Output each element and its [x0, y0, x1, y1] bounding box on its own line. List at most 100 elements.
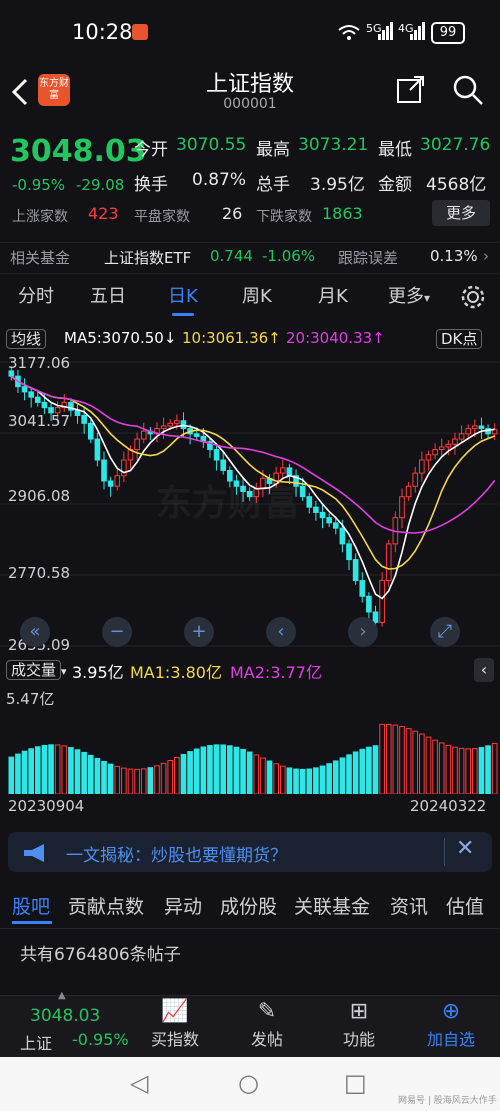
candle-body [21, 386, 28, 393]
zoom-minus-icon[interactable]: − [102, 617, 132, 647]
volume-bar [180, 753, 187, 794]
candle-body [452, 438, 458, 445]
tab-daily-k[interactable]: 日K [168, 282, 198, 316]
tab-contribution[interactable]: 贡献点数 [68, 892, 144, 919]
volume-label: 成交量 [6, 660, 62, 680]
ma20-legend: 20:3040.33↑ [286, 329, 385, 347]
tab-forum[interactable]: 股吧 [12, 892, 50, 919]
post-count: 共有6764806条帖子 [20, 945, 181, 965]
nav-home-icon[interactable]: ○ [238, 1069, 259, 1097]
start-date: 20230904 [8, 797, 85, 815]
change-percent: -0.95% [12, 176, 66, 194]
etf-change: -1.06% [262, 247, 316, 265]
buy-index-button[interactable]: 📈 买指数 [130, 996, 220, 1050]
mini-quote[interactable]: ▲ 3048.03 上证 -0.95% [0, 990, 130, 1058]
amount-label: 金额 [378, 175, 412, 195]
turnover-rate-label: 换手 [134, 175, 168, 195]
scroll-right-icon[interactable]: › [348, 617, 378, 647]
grid-icon: ⊞ [349, 999, 369, 1024]
volume-bar [107, 763, 114, 794]
volume-bar [478, 747, 485, 794]
dk-point-button[interactable]: DK点 [436, 328, 483, 349]
active-tab-underline [12, 921, 52, 924]
candle-body [306, 496, 313, 508]
volume-bar [379, 723, 385, 794]
candle-body [438, 446, 445, 451]
volume-bar [438, 742, 445, 794]
tab-constituents[interactable]: 成份股 [220, 892, 277, 919]
nav-back-icon[interactable]: ◁ [130, 1069, 148, 1097]
candle-body [114, 475, 121, 487]
tab-news[interactable]: 资讯 [390, 892, 428, 919]
volume-bar [432, 739, 438, 794]
change-amount: -29.08 [76, 176, 125, 194]
candle-body [213, 449, 220, 461]
system-nav-bar: ◁ ○ □ 网易号 | 股海风云大作手 [0, 1057, 500, 1111]
chart-trend-icon: 📈 [161, 999, 189, 1024]
close-icon[interactable]: ✕ [456, 836, 474, 861]
volume-selector[interactable]: 成交量 ▾ [6, 659, 67, 680]
y-tick-1: 3041.57 [8, 412, 71, 430]
candle-body [107, 480, 114, 487]
candle-body [458, 433, 465, 440]
futures-banner[interactable]: 一文揭秘：炒股也要懂期货？ ✕ [8, 832, 492, 872]
tab-weekly-k[interactable]: 周K [242, 282, 272, 308]
ma5-legend: MA5:3070.50↓ [64, 329, 177, 347]
tab-valuation[interactable]: 估值 [446, 892, 484, 919]
volume-bar [399, 726, 405, 794]
search-icon[interactable] [452, 74, 484, 106]
chevron-right-icon: › [483, 247, 489, 265]
post-button[interactable]: ✎ 发帖 [222, 996, 312, 1050]
etf-price: 0.744 [210, 247, 253, 265]
candle-body [220, 459, 227, 472]
kline-chart[interactable]: 均线 MA5:3070.50↓ 10:3061.36↑ 20:3040.33↑ … [0, 324, 500, 654]
volume-bar [140, 768, 147, 794]
tab-related-funds[interactable]: 关联基金 [294, 892, 370, 919]
candle-body [28, 391, 34, 398]
zoom-plus-icon[interactable]: + [184, 617, 214, 647]
volume-bar [220, 744, 227, 794]
volume-bar [405, 728, 412, 794]
tab-five-day[interactable]: 五日 [90, 282, 126, 308]
volume-bar [452, 746, 458, 794]
volume-bar [286, 767, 293, 794]
collapse-indicator-icon[interactable]: ‹ [474, 658, 494, 682]
volume-value: 3.95亿 [310, 175, 365, 195]
tab-monthly-k[interactable]: 月K [318, 282, 348, 308]
volume-bar [352, 751, 359, 794]
tab-movement[interactable]: 异动 [164, 892, 202, 919]
related-fund-row[interactable]: 相关基金 上证指数ETF 0.744 -1.06% 跟踪误差 0.13% › [0, 242, 500, 274]
up-count: 423 [88, 204, 119, 223]
volume-ma1: MA1:3.80亿 [130, 663, 222, 682]
volume-bar [68, 747, 74, 794]
signal-5g-icon [378, 22, 393, 40]
high-label: 最高 [256, 140, 290, 160]
nav-recents-icon[interactable]: □ [344, 1069, 367, 1097]
ma-legend-label: 均线 [6, 329, 47, 349]
y-tick-2: 2906.08 [8, 487, 71, 505]
date-axis: 20230904 20240322 [0, 797, 500, 819]
tab-intraday[interactable]: 分时 [18, 282, 54, 308]
fullscreen-icon[interactable]: ⤢ [430, 617, 460, 647]
settings-gear-icon[interactable] [460, 284, 486, 310]
zoom-out-far-icon[interactable]: « [20, 617, 50, 647]
volume-value: 3.95亿 [72, 663, 124, 682]
flat-count: 26 [222, 204, 243, 223]
functions-button[interactable]: ⊞ 功能 [314, 996, 404, 1050]
tab-more[interactable]: 更多▾ [388, 282, 430, 308]
volume-bar [240, 748, 246, 794]
scroll-left-icon[interactable]: ‹ [266, 617, 296, 647]
ma-selector[interactable]: 均线 [6, 328, 47, 349]
add-watchlist-button[interactable]: ⊕ 加自选 [406, 996, 496, 1050]
flat-count-label: 平盘家数 [134, 209, 190, 225]
volume-bar [34, 746, 41, 794]
candle-body [399, 496, 405, 519]
candle-body [81, 414, 87, 424]
candle-body [134, 438, 140, 451]
candle-body [101, 459, 107, 482]
more-stats-button[interactable]: 更多 [432, 200, 490, 226]
share-icon[interactable] [396, 74, 426, 104]
status-bar: 10:28 5G 4G 99 [0, 0, 500, 62]
mini-index-name: 上证 [20, 1034, 53, 1053]
volume-bar [61, 745, 68, 794]
